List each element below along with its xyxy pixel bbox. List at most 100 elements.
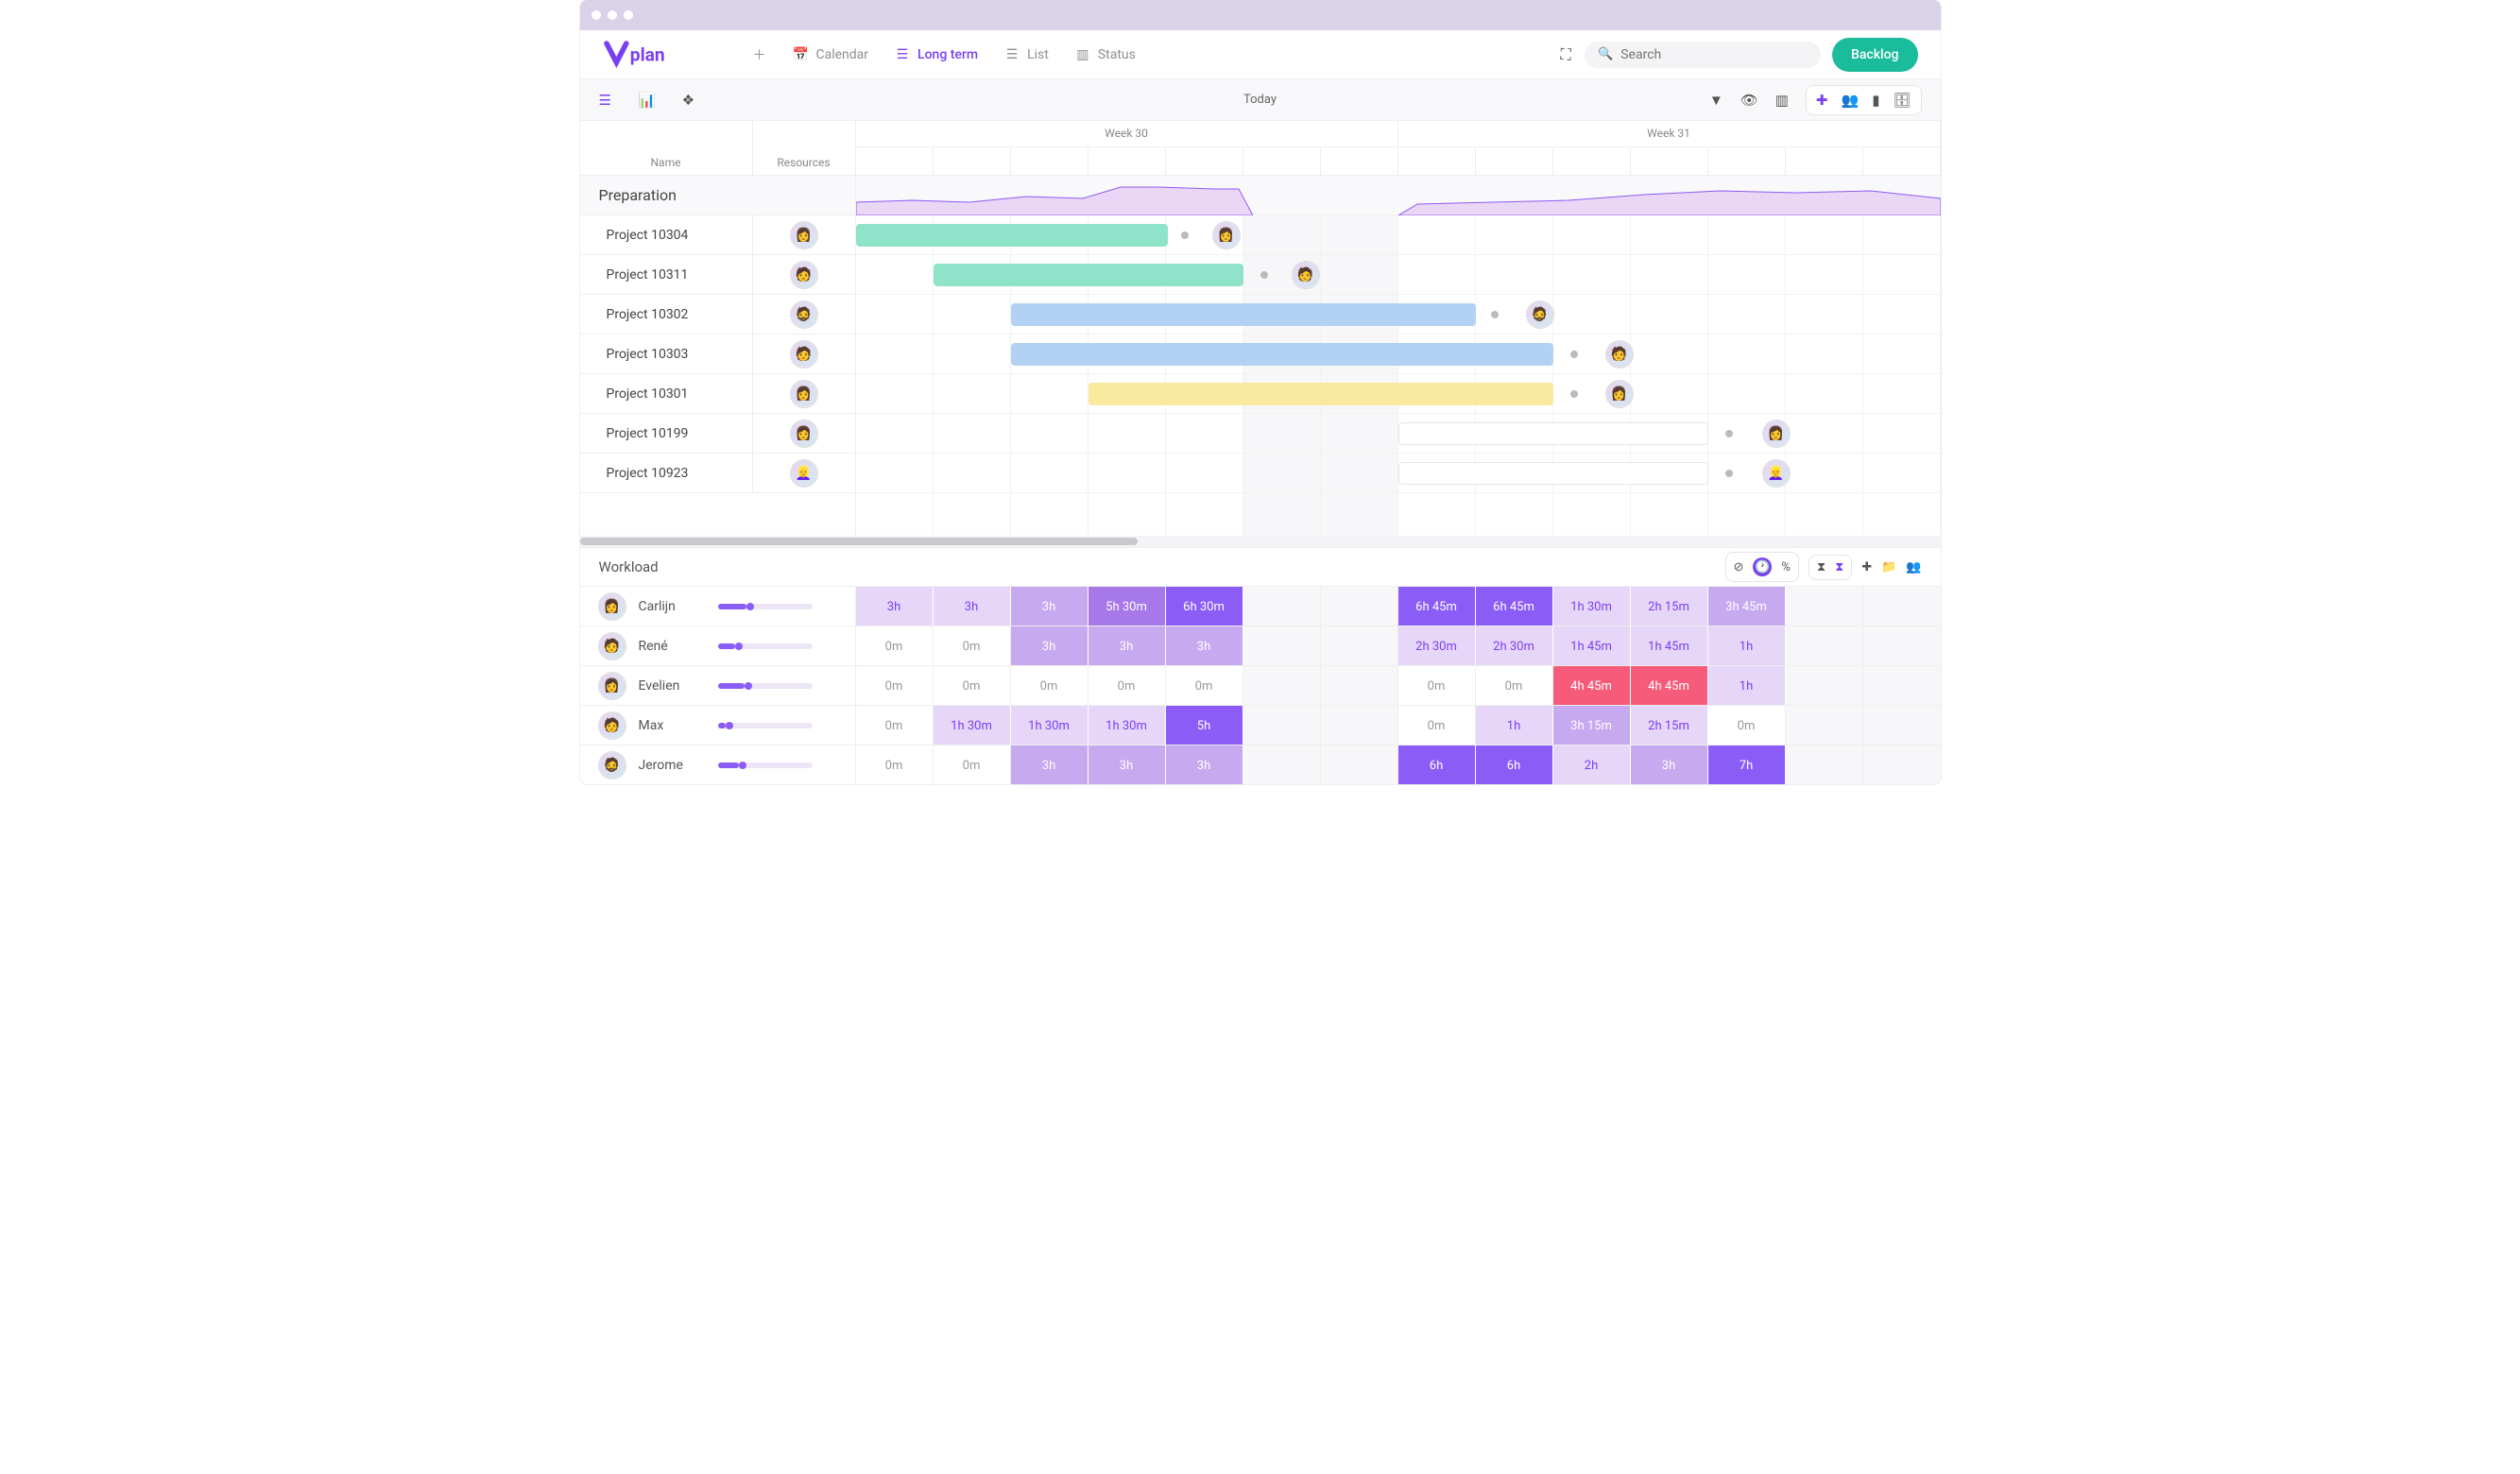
- workload-cell[interactable]: 2h 30m: [1398, 626, 1476, 666]
- workload-cell[interactable]: 1h: [1708, 666, 1786, 706]
- workload-cell[interactable]: [1321, 706, 1398, 746]
- project-row[interactable]: Project 10311🧑: [580, 255, 855, 295]
- project-row[interactable]: Project 10302🧔: [580, 295, 855, 334]
- workload-cell[interactable]: 0m: [1011, 666, 1089, 706]
- gantt-bar[interactable]: [1011, 303, 1476, 326]
- workload-cell[interactable]: [1786, 587, 1863, 626]
- traffic-light-close[interactable]: [591, 10, 601, 20]
- project-row[interactable]: Project 10304👩: [580, 215, 855, 255]
- gantt-row[interactable]: 🧔: [856, 295, 1941, 334]
- gantt-bar[interactable]: [1089, 383, 1553, 405]
- workload-cell[interactable]: 1h 45m: [1631, 626, 1708, 666]
- workload-cell[interactable]: [1863, 666, 1941, 706]
- workload-cell[interactable]: [1863, 746, 1941, 784]
- wl-folder-icon[interactable]: 📁: [1881, 560, 1896, 574]
- workload-cell[interactable]: [1321, 587, 1398, 626]
- traffic-light-maximize[interactable]: [624, 10, 633, 20]
- wl-percent-icon[interactable]: %: [1781, 560, 1791, 574]
- wl-nodata-icon[interactable]: ⊘: [1734, 560, 1744, 574]
- workload-cell[interactable]: [1863, 626, 1941, 666]
- chart-view-icon[interactable]: 📊: [638, 92, 656, 109]
- people-icon[interactable]: 👥: [1842, 92, 1860, 109]
- add-button[interactable]: ＋: [743, 42, 777, 68]
- workload-cell[interactable]: [1321, 746, 1398, 784]
- workload-cell[interactable]: 0m: [1398, 706, 1476, 746]
- gantt-chart[interactable]: 👩🧑🧔🧑👩👩👱‍♀️: [856, 176, 1941, 536]
- workload-cell[interactable]: 2h: [1553, 746, 1631, 784]
- traffic-light-minimize[interactable]: [608, 10, 617, 20]
- gantt-bar[interactable]: [1398, 462, 1708, 485]
- workload-cell[interactable]: 1h 30m: [1011, 706, 1089, 746]
- workload-cell[interactable]: [1863, 587, 1941, 626]
- workload-cell[interactable]: 0m: [1089, 666, 1166, 706]
- workload-cell[interactable]: [1863, 706, 1941, 746]
- workload-cell[interactable]: 0m: [934, 626, 1011, 666]
- workload-cell[interactable]: 0m: [1708, 706, 1786, 746]
- workload-cell[interactable]: [1243, 626, 1321, 666]
- gantt-bar[interactable]: [856, 224, 1168, 247]
- workload-cell[interactable]: 1h 30m: [934, 706, 1011, 746]
- workload-cell[interactable]: 1h: [1708, 626, 1786, 666]
- workload-cell[interactable]: 5h: [1166, 706, 1243, 746]
- nav-list[interactable]: ☰List: [995, 42, 1058, 68]
- workload-cell[interactable]: 0m: [856, 746, 934, 784]
- workload-cell[interactable]: 0m: [1166, 666, 1243, 706]
- workload-cell[interactable]: 2h 15m: [1631, 587, 1708, 626]
- workload-cell[interactable]: [1243, 706, 1321, 746]
- gantt-row[interactable]: 👱‍♀️: [856, 454, 1941, 493]
- workload-cell[interactable]: 3h: [1011, 626, 1089, 666]
- gantt-row[interactable]: 👩: [856, 374, 1941, 414]
- layers-icon[interactable]: ❖: [682, 92, 694, 109]
- gantt-bar[interactable]: [1398, 422, 1708, 445]
- workload-cell[interactable]: 1h 45m: [1553, 626, 1631, 666]
- columns-icon[interactable]: ▥: [1775, 92, 1789, 109]
- gantt-row[interactable]: 👩: [856, 215, 1941, 255]
- project-row[interactable]: Project 10303🧑: [580, 334, 855, 374]
- gantt-row[interactable]: 🧑: [856, 255, 1941, 295]
- wl-hourglass-icon[interactable]: ⧗: [1817, 560, 1826, 574]
- gantt-row[interactable]: 🧑: [856, 334, 1941, 374]
- workload-cell[interactable]: 5h 30m: [1089, 587, 1166, 626]
- workload-cell[interactable]: 0m: [1398, 666, 1476, 706]
- workload-cell[interactable]: 3h: [1166, 746, 1243, 784]
- workload-cell[interactable]: [1321, 626, 1398, 666]
- workload-cell[interactable]: 1h: [1476, 706, 1553, 746]
- workload-cell[interactable]: 1h 30m: [1089, 706, 1166, 746]
- puzzle-icon[interactable]: ✚: [1816, 92, 1828, 109]
- gantt-row[interactable]: 👩: [856, 414, 1941, 454]
- workload-cell[interactable]: [1786, 746, 1863, 784]
- workload-cell[interactable]: 0m: [856, 626, 934, 666]
- workload-cell[interactable]: 3h 45m: [1708, 587, 1786, 626]
- project-row[interactable]: Project 10199👩: [580, 414, 855, 454]
- workload-cell[interactable]: 3h 15m: [1553, 706, 1631, 746]
- wl-people-icon[interactable]: 👥: [1906, 560, 1921, 574]
- workload-cell[interactable]: 3h: [1631, 746, 1708, 784]
- gantt-bar[interactable]: [1011, 343, 1553, 366]
- workload-cell[interactable]: [1243, 666, 1321, 706]
- expand-icon[interactable]: ⛶: [1558, 47, 1573, 62]
- backlog-button[interactable]: Backlog: [1832, 38, 1917, 72]
- workload-cell[interactable]: [1243, 746, 1321, 784]
- today-label[interactable]: Today: [1243, 93, 1277, 107]
- workload-cell[interactable]: [1786, 666, 1863, 706]
- workload-cell[interactable]: 6h 30m: [1166, 587, 1243, 626]
- outline-view-icon[interactable]: ☰: [599, 92, 611, 109]
- workload-cell[interactable]: 1h 30m: [1553, 587, 1631, 626]
- wl-puzzle-icon[interactable]: ✚: [1861, 560, 1872, 574]
- workload-cell[interactable]: [1786, 706, 1863, 746]
- workload-cell[interactable]: 3h: [856, 587, 934, 626]
- wl-hourglass-active-icon[interactable]: ⧗: [1835, 560, 1843, 574]
- workload-cell[interactable]: 0m: [934, 746, 1011, 784]
- workload-cell[interactable]: 2h 30m: [1476, 626, 1553, 666]
- wl-time-icon[interactable]: 🕐: [1753, 557, 1772, 576]
- nav-calendar[interactable]: 📅Calendar: [784, 42, 879, 68]
- eye-icon[interactable]: 👁: [1740, 92, 1758, 109]
- group-preparation[interactable]: Preparation: [580, 176, 855, 215]
- gantt-bar[interactable]: [934, 264, 1243, 286]
- workload-cell[interactable]: 0m: [934, 666, 1011, 706]
- search-box[interactable]: 🔍: [1585, 42, 1821, 68]
- workload-cell[interactable]: 0m: [1476, 666, 1553, 706]
- battery-icon[interactable]: ▮: [1872, 92, 1879, 109]
- workload-cell[interactable]: 3h: [934, 587, 1011, 626]
- workload-cell[interactable]: 6h 45m: [1398, 587, 1476, 626]
